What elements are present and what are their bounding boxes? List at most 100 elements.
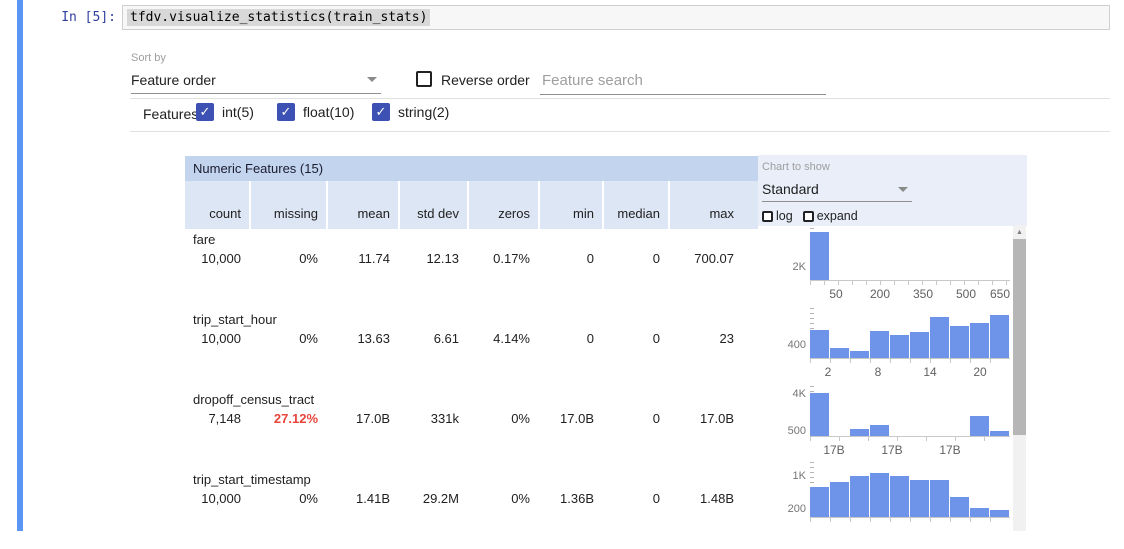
charts-scrollbar[interactable]: ▲ <box>1013 225 1026 531</box>
y-axis-labels: 1K200 <box>790 462 806 517</box>
histogram-bar <box>870 425 889 436</box>
y-axis-labels: 2K <box>790 228 806 280</box>
histogram-bar <box>850 476 869 517</box>
stat-stddev: 12.13 <box>398 251 467 266</box>
x-axis-labels: 17B17B17B <box>810 441 1010 457</box>
stat-mean: 13.63 <box>326 331 398 346</box>
stat-min: 17.0B <box>538 411 602 426</box>
histogram-bar <box>950 326 969 358</box>
histogram-bar <box>970 508 989 517</box>
histogram-bar <box>990 510 1009 517</box>
plot-area <box>810 308 1010 359</box>
expand-checkbox[interactable] <box>803 211 814 222</box>
sort-by-select[interactable]: Feature order <box>131 66 381 94</box>
feature-type-string[interactable]: ✓ string(2) <box>372 103 449 121</box>
stat-median: 0 <box>602 331 668 346</box>
stat-mean: 17.0B <box>326 411 398 426</box>
scrollbar-thumb[interactable] <box>1013 239 1026 435</box>
histogram-bar <box>990 315 1009 358</box>
table-title: Numeric Features (15) <box>185 156 758 181</box>
column-header-count: count <box>185 181 249 229</box>
histogram-bar <box>850 351 869 358</box>
stat-median: 0 <box>602 411 668 426</box>
code-text[interactable]: tfdv.visualize_statistics(train_stats) <box>127 9 430 26</box>
stat-zeros: 0.17% <box>467 251 538 266</box>
histogram-bar <box>910 480 929 517</box>
active-cell-indicator <box>17 0 23 531</box>
feature-search-input[interactable] <box>540 66 826 95</box>
stat-stddev: 6.61 <box>398 331 467 346</box>
chevron-down-icon <box>367 77 377 82</box>
stat-max: 1.48B <box>668 491 742 506</box>
checked-checkbox-icon[interactable]: ✓ <box>277 103 295 121</box>
stat-zeros: 4.14% <box>467 331 538 346</box>
histogram-bar <box>970 323 989 358</box>
feature-type-int-label: int(5) <box>222 104 254 120</box>
chart-to-show-select[interactable]: Standard <box>762 177 912 202</box>
stat-max: 17.0B <box>668 411 742 426</box>
feature-type-int[interactable]: ✓ int(5) <box>196 103 254 121</box>
stat-max: 700.07 <box>668 251 742 266</box>
stat-count: 10,000 <box>185 331 249 346</box>
chevron-down-icon <box>898 187 908 192</box>
histogram-bar <box>810 330 829 358</box>
stat-count: 10,000 <box>185 491 249 506</box>
stat-zeros: 0% <box>467 491 538 506</box>
stat-missing: 0% <box>249 251 326 266</box>
column-header-stddev: std dev <box>398 181 467 229</box>
column-header-zeros: zeros <box>467 181 538 229</box>
column-header-min: min <box>538 181 602 229</box>
reverse-order-checkbox[interactable] <box>416 71 432 87</box>
log-checkbox[interactable] <box>762 211 773 222</box>
chart-to-show-value: Standard <box>762 181 819 197</box>
stat-missing: 0% <box>249 491 326 506</box>
column-header-median: median <box>602 181 668 229</box>
feature-name: trip_start_hour <box>185 312 758 331</box>
stat-min: 1.36B <box>538 491 602 506</box>
histogram-bar <box>890 335 909 358</box>
x-axis-labels: 50200350500650 <box>810 285 1010 301</box>
scroll-up-icon[interactable]: ▲ <box>1013 225 1026 239</box>
cell-prompt: In [5]: <box>50 10 116 25</box>
stat-stddev: 29.2M <box>398 491 467 506</box>
y-axis-labels: 4K500 <box>790 386 806 436</box>
stat-min: 0 <box>538 251 602 266</box>
checked-checkbox-icon[interactable]: ✓ <box>196 103 214 121</box>
stat-missing: 27.12% <box>249 411 326 426</box>
column-header-missing: missing <box>249 181 326 229</box>
y-axis-labels: 400 <box>790 308 806 358</box>
histogram-bar <box>830 348 849 358</box>
checked-checkbox-icon[interactable]: ✓ <box>372 103 390 121</box>
plot-area <box>810 462 1010 518</box>
table-row-trip-start-hour: trip_start_hour 10,000 0% 13.63 6.61 4.1… <box>185 309 758 389</box>
histogram-bar <box>950 497 969 517</box>
code-cell[interactable]: tfdv.visualize_statistics(train_stats) <box>122 5 1110 30</box>
stat-median: 0 <box>602 251 668 266</box>
plot-area <box>810 386 1010 437</box>
reverse-order-label: Reverse order <box>441 72 530 88</box>
expand-toggle[interactable]: expand <box>803 209 858 223</box>
histogram-bar <box>870 473 889 517</box>
histogram-bar <box>810 487 829 517</box>
chart-controls-panel: Chart to show Standard log expand <box>758 155 1027 226</box>
stat-mean: 1.41B <box>326 491 398 506</box>
numeric-features-table: Numeric Features (15) count missing mean… <box>185 156 758 549</box>
feature-type-float-label: float(10) <box>303 104 354 120</box>
histogram-trip-start-timestamp: 1K200 <box>790 462 1013 538</box>
feature-type-float[interactable]: ✓ float(10) <box>277 103 354 121</box>
log-label: log <box>776 209 793 223</box>
histogram-bar <box>910 332 929 358</box>
stat-count: 7,148 <box>185 411 249 426</box>
log-toggle[interactable]: log <box>762 209 793 223</box>
histogram-bar <box>930 480 949 517</box>
histogram-bar <box>850 429 869 436</box>
table-row-fare: fare 10,000 0% 11.74 12.13 0.17% 0 0 700… <box>185 229 758 309</box>
histogram-bar <box>810 232 829 280</box>
histogram-bar <box>970 416 989 436</box>
histogram-bar <box>830 482 849 517</box>
sort-by-value: Feature order <box>131 72 216 88</box>
feature-type-string-label: string(2) <box>398 104 449 120</box>
stat-mean: 11.74 <box>326 251 398 266</box>
features-label: Features: <box>143 106 202 122</box>
x-axis-labels <box>810 522 1010 538</box>
